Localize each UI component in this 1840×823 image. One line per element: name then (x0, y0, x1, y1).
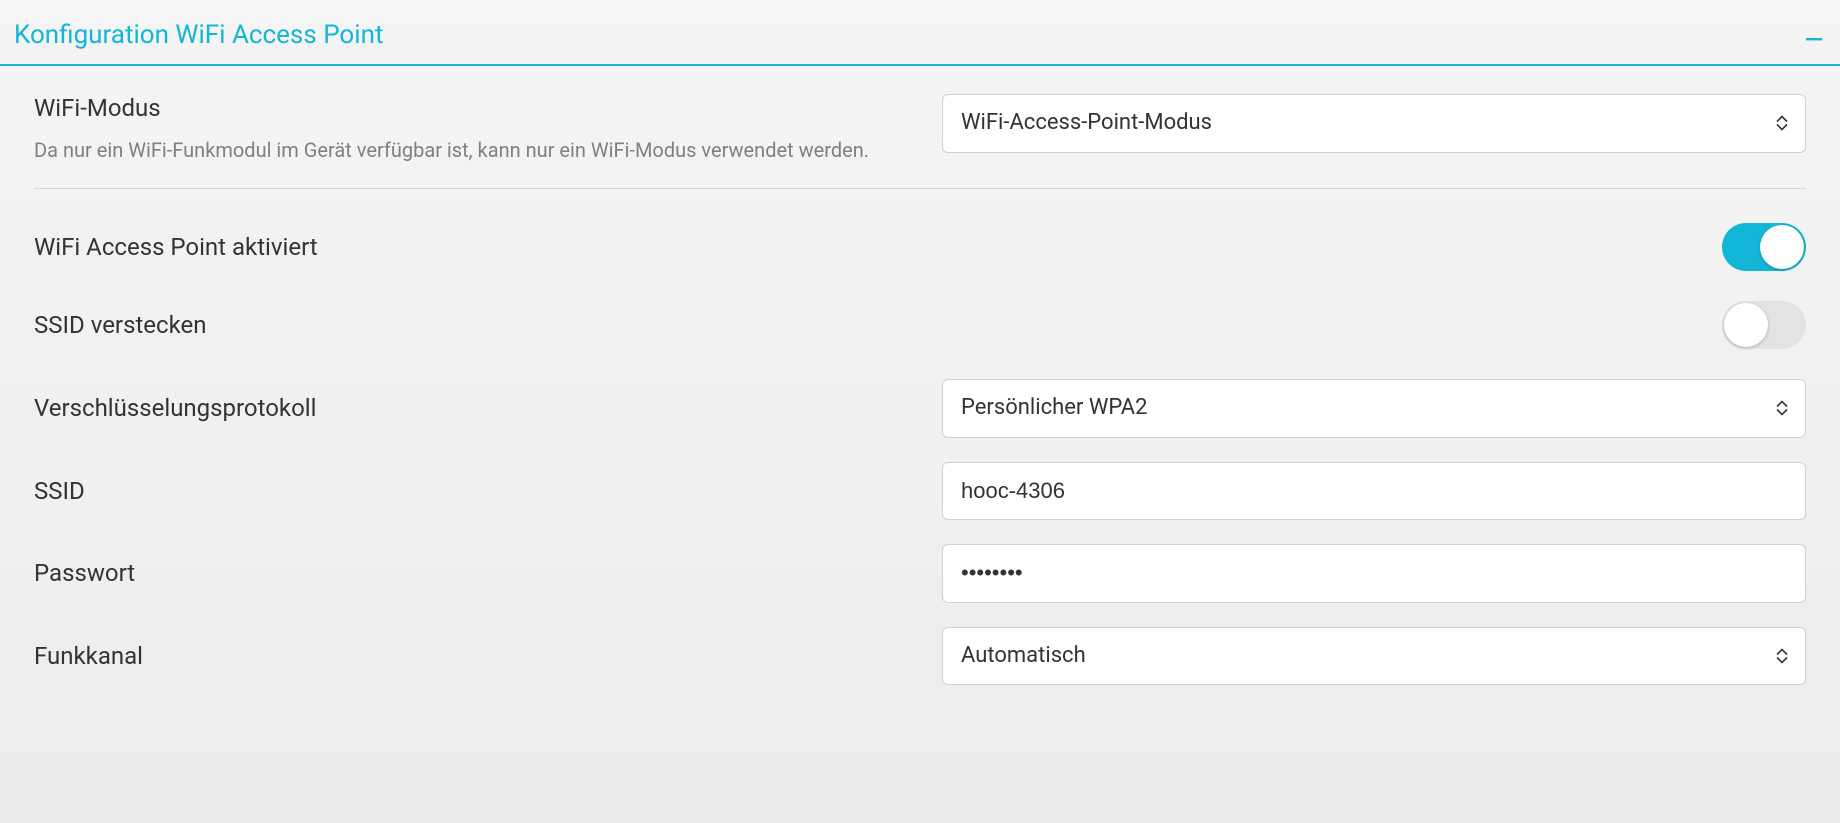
hide-ssid-toggle[interactable] (1722, 301, 1806, 349)
minus-icon[interactable] (1802, 24, 1826, 46)
wifi-mode-desc: Da nur ein WiFi-Funkmodul im Gerät verfü… (34, 136, 922, 164)
toggle-knob (1760, 225, 1804, 269)
encryption-select[interactable]: Persönlicher WPA2 (942, 379, 1806, 438)
row-ssid: SSID (34, 462, 1806, 521)
ap-enabled-label: WiFi Access Point aktiviert (34, 233, 318, 261)
row-hide-ssid: SSID verstecken (34, 301, 1806, 349)
wifi-mode-select-value: WiFi-Access-Point-Modus (942, 94, 1806, 153)
ap-enabled-toggle[interactable] (1722, 223, 1806, 271)
encryption-label: Verschlüsselungsprotokoll (34, 394, 922, 422)
ssid-input[interactable] (942, 462, 1806, 521)
hide-ssid-label: SSID verstecken (34, 311, 207, 339)
encryption-select-value: Persönlicher WPA2 (942, 379, 1806, 438)
ssid-label: SSID (34, 477, 922, 505)
divider (34, 188, 1806, 189)
wifi-mode-label: WiFi-Modus (34, 94, 922, 122)
channel-select-value: Automatisch (942, 627, 1806, 686)
section-content: WiFi-Modus Da nur ein WiFi-Funkmodul im … (0, 66, 1840, 685)
channel-select[interactable]: Automatisch (942, 627, 1806, 686)
row-channel: Funkkanal Automatisch (34, 627, 1806, 686)
section-header: Konfiguration WiFi Access Point (0, 0, 1840, 66)
section-title: Konfiguration WiFi Access Point (14, 20, 383, 50)
wifi-mode-select[interactable]: WiFi-Access-Point-Modus (942, 94, 1806, 153)
password-input[interactable] (942, 544, 1806, 603)
toggle-knob (1724, 303, 1768, 347)
row-ap-enabled: WiFi Access Point aktiviert (34, 223, 1806, 271)
channel-label: Funkkanal (34, 642, 922, 670)
password-label: Passwort (34, 559, 922, 587)
row-wifi-mode: WiFi-Modus Da nur ein WiFi-Funkmodul im … (34, 94, 1806, 164)
row-password: Passwort (34, 544, 1806, 603)
row-encryption: Verschlüsselungsprotokoll Persönlicher W… (34, 379, 1806, 438)
